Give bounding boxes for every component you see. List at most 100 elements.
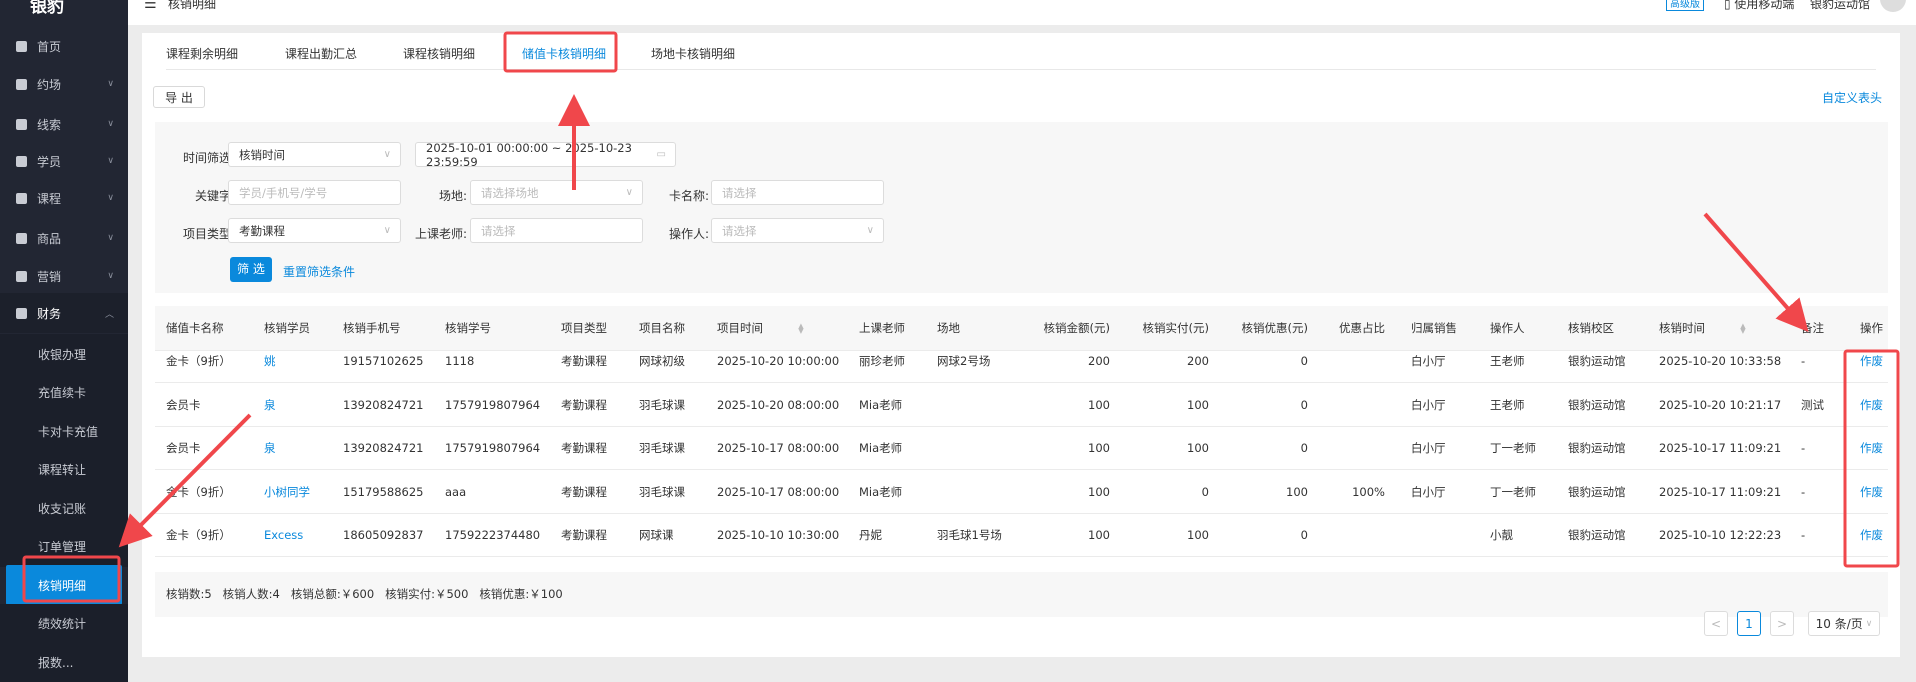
operator-label: 操作人: [668, 227, 709, 241]
table-cell: 0 [1300, 397, 1308, 412]
table-cell: 100 [1088, 484, 1110, 499]
sidebar-item-0[interactable]: 首页 [0, 26, 128, 66]
table-cell: 网球初级 [639, 354, 685, 368]
keyword-label: 关键字: [194, 189, 235, 203]
sidebar-subitem-7[interactable]: 绩效统计 [0, 603, 128, 644]
yuan-icon [16, 307, 27, 319]
table-cell: 考勤课程 [561, 441, 607, 455]
page-size-select[interactable]: 10 条/页 ∨ [1808, 611, 1880, 636]
table-summary: 核销数:5 核销人数:4 核销总额:￥600 核销实付:￥500 核销优惠:￥1… [155, 572, 1888, 617]
reset-filter-link[interactable]: 重置筛选条件 [283, 263, 355, 280]
void-button[interactable]: 作废 [1860, 426, 1883, 470]
chevron-down-icon: ∨ [107, 156, 114, 166]
project-type-select[interactable]: 考勤课程 ∨ [228, 218, 401, 243]
table-cell: 100 [1286, 484, 1308, 499]
table-cell: - [1801, 354, 1806, 368]
teacher-input[interactable]: 请选择 [470, 218, 643, 243]
void-button[interactable]: 作废 [1860, 470, 1883, 514]
table-cell: 银豹运动馆 [1568, 528, 1626, 542]
sidebar-item-3[interactable]: 学员 ∨ [0, 141, 128, 181]
table-cell: 考勤课程 [561, 354, 607, 368]
chevron-down-icon: ∨ [107, 119, 114, 129]
table-cell: 白小厅 [1411, 484, 1446, 499]
page-title: 核销明细 [168, 0, 217, 11]
sidebar-item-7[interactable]: 财务 ︿ [0, 293, 128, 333]
next-page-button[interactable]: > [1770, 611, 1794, 636]
keyword-input[interactable]: 学员/手机号/学号 [228, 180, 401, 205]
export-button[interactable]: 导 出 [153, 86, 205, 108]
book-icon [16, 192, 27, 204]
sidebar-item-5[interactable]: 商品 ∨ [0, 218, 128, 258]
table-cell: 白小厅 [1411, 441, 1446, 455]
mobile-link[interactable]: ▯ 使用移动端 [1724, 0, 1794, 12]
calendar-icon: ▭ [656, 149, 666, 160]
sidebar-subitem-0[interactable]: 收银办理 [0, 334, 128, 374]
chevron-down-icon: ∨ [107, 79, 114, 89]
page-size-value: 10 条/页 [1815, 617, 1863, 631]
chevron-down-icon: ∨ [866, 225, 874, 236]
home-icon [16, 40, 27, 52]
tab-2[interactable]: 课程核销明细 [403, 45, 475, 62]
table-cell: 丹妮 [859, 528, 882, 542]
table-row: 会员卡 泉 13920824721 1757919807964 考勤课程 羽毛球课 2025… [155, 383, 1888, 427]
table-cell: 100 [1088, 441, 1110, 455]
table-cell: 100 [1088, 397, 1110, 412]
table-cell: 100 [1088, 528, 1110, 542]
time-type-value: 核销时间 [239, 147, 285, 162]
sidebar-item-1[interactable]: 约场 ∨ [0, 64, 128, 104]
tab-0[interactable]: 课程剩余明细 [166, 45, 238, 62]
table-cell: 王老师 [1490, 354, 1525, 368]
table-cell: 银豹运动馆 [1568, 441, 1626, 455]
student-link[interactable]: 泉 [264, 426, 276, 470]
sidebar-item-6[interactable]: 营销 ∨ [0, 256, 128, 296]
page-1-button[interactable]: 1 [1737, 611, 1761, 636]
operator-select[interactable]: 请选择 ∨ [711, 218, 884, 243]
student-link[interactable]: 姚 [264, 339, 276, 383]
sidebar-subitem-2[interactable]: 卡对卡充值 [0, 411, 128, 451]
tab-4[interactable]: 场地卡核销明细 [651, 45, 735, 62]
card-name-input[interactable]: 请选择 [711, 180, 884, 205]
student-link[interactable]: 泉 [264, 383, 276, 427]
sidebar-subitem-3[interactable]: 课程转让 [0, 449, 128, 490]
gift-icon [16, 270, 27, 282]
sidebar-item-2[interactable]: 线索 ∨ [0, 104, 128, 144]
table-cell: 2025-10-10 12:22:23 [1659, 528, 1782, 542]
custom-header-link[interactable]: 自定义表头 [1822, 89, 1882, 106]
table-cell: 银豹运动馆 [1568, 397, 1626, 412]
table-cell: 王老师 [1490, 397, 1525, 412]
filter-submit-button[interactable]: 筛 选 [230, 257, 272, 282]
chevron-down-icon: ∨ [1865, 618, 1873, 629]
prev-page-button[interactable]: < [1704, 611, 1728, 636]
sidebar-subitem-8[interactable]: 报数... [0, 642, 128, 682]
date-range-picker[interactable]: 2025-10-01 00:00:00 ~ 2025-10-23 23:59:5… [415, 141, 676, 169]
sidebar-subitem-5[interactable]: 订单管理 [0, 526, 128, 567]
menu-toggle-icon[interactable]: ☰ [144, 0, 157, 12]
sidebar-item-4[interactable]: 课程 ∨ [0, 178, 128, 218]
table-cell: 1118 [445, 354, 475, 368]
table-cell: 100 [1187, 528, 1209, 542]
student-link[interactable]: 小树同学 [264, 470, 310, 514]
chevron-down-icon: ∨ [107, 193, 114, 203]
sidebar-item-label: 营销 [37, 269, 62, 284]
table-cell: 金卡（9折） [166, 484, 231, 499]
table-cell: 100% [1352, 484, 1385, 499]
void-button[interactable]: 作废 [1860, 513, 1883, 557]
sidebar-subitem-6[interactable]: 核销明细 [6, 565, 122, 605]
store-name[interactable]: 银豹运动馆 [1810, 0, 1870, 12]
sidebar-subitem-1[interactable]: 充值续卡 [0, 372, 128, 413]
time-type-select[interactable]: 核销时间 ∨ [228, 142, 401, 167]
student-link[interactable]: Excess [264, 513, 303, 557]
table-cell: 2025-10-17 08:00:00 [717, 441, 840, 455]
void-button[interactable]: 作废 [1860, 383, 1883, 427]
tab-1[interactable]: 课程出勤汇总 [285, 45, 357, 62]
venue-select[interactable]: 请选择场地 ∨ [470, 180, 643, 205]
table-cell: 羽毛球课 [639, 397, 685, 412]
void-button[interactable]: 作废 [1860, 339, 1883, 383]
table-cell: aaa [445, 484, 467, 499]
top-header: ☰ 核销明细 高级版 ▯ 使用移动端 银豹运动馆 [128, 0, 1916, 25]
tab-3[interactable]: 储值卡核销明细 [522, 45, 606, 62]
sidebar-subitem-4[interactable]: 收支记账 [0, 488, 128, 528]
table-cell: 18605092837 [343, 528, 424, 542]
goods-icon [16, 232, 27, 244]
avatar[interactable] [1880, 0, 1906, 12]
